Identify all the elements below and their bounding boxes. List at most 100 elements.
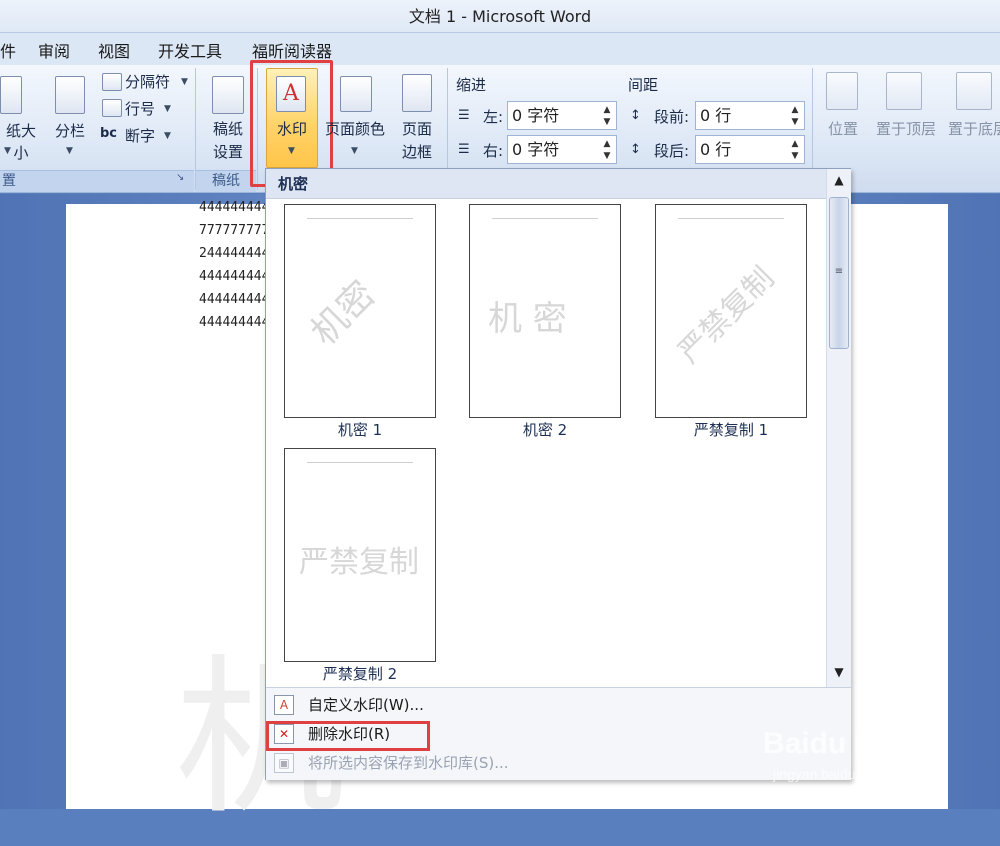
- gallery-header: 机密: [266, 169, 826, 199]
- line-numbers-icon: [102, 99, 122, 117]
- chevron-down-icon: ▼: [181, 77, 188, 87]
- manuscript-icon[interactable]: [212, 76, 244, 114]
- spinner-icon[interactable]: ▲ ▼: [601, 104, 613, 128]
- line-numbers-button[interactable]: 行号: [125, 98, 155, 119]
- spacing-before-input[interactable]: 0 行 ▲ ▼: [695, 101, 805, 130]
- page-setup-group-label: 置: [0, 170, 194, 192]
- hyphenation-button[interactable]: 断字: [125, 125, 155, 146]
- window-title: 文档 1 - Microsoft Word: [0, 0, 1000, 33]
- thumb-watermark-text: 机密: [303, 273, 384, 354]
- bring-to-front-icon[interactable]: [886, 72, 922, 110]
- chevron-down-icon: ▼: [164, 131, 171, 141]
- thumb-caption[interactable]: 严禁复制 1: [641, 419, 821, 440]
- tab-file[interactable]: 件: [0, 38, 16, 62]
- indent-right-input[interactable]: 0 字符 ▲ ▼: [507, 135, 617, 164]
- paper-size-icon[interactable]: [0, 76, 22, 114]
- page-color-button[interactable]: 页面颜色: [320, 118, 390, 140]
- scroll-down-icon[interactable]: ▼: [830, 665, 848, 683]
- indent-right-value: 0 字符: [512, 140, 560, 159]
- group-separator: [257, 68, 258, 190]
- document-line: 444444444: [199, 292, 270, 307]
- hyphenation-icon: bc: [100, 126, 118, 141]
- spacing-after-label: 段后:: [654, 142, 690, 160]
- position-button[interactable]: 位置: [820, 118, 866, 140]
- baidu-logo: Baidu 经验: [763, 727, 915, 760]
- scroll-thumb[interactable]: ≡: [829, 197, 849, 349]
- spacing-before-icon: ↕: [630, 108, 641, 123]
- paper-size-button[interactable]: 纸大小: [0, 120, 42, 164]
- thumb-caption[interactable]: 机密 1: [270, 419, 450, 440]
- send-to-back-button[interactable]: 置于底层: [940, 118, 1000, 140]
- watermark-label: 水印: [276, 120, 307, 138]
- indent-title: 缩进: [456, 76, 487, 94]
- watermark-thumb-confidential-1[interactable]: 机密: [284, 204, 436, 418]
- watermark-thumb-do-not-copy-2[interactable]: 严禁复制: [284, 448, 436, 662]
- indent-left-label: 左:: [483, 108, 504, 126]
- page-border-label-line2[interactable]: 边框: [394, 141, 440, 163]
- document-line: 444444444: [199, 200, 270, 215]
- breaks-button[interactable]: 分隔符: [125, 71, 170, 92]
- page-color-icon[interactable]: [340, 76, 372, 112]
- position-icon[interactable]: [826, 72, 858, 110]
- spacing-after-icon: ↕: [630, 142, 641, 157]
- columns-button[interactable]: 分栏: [50, 120, 90, 142]
- tab-view[interactable]: 视图: [98, 38, 130, 62]
- thumb-caption[interactable]: 严禁复制 2: [270, 663, 450, 684]
- spinner-icon[interactable]: ▲ ▼: [789, 104, 801, 128]
- thumb-header-line: [307, 218, 413, 219]
- thumb-watermark-text: 机 密: [488, 299, 567, 339]
- spacing-before-value: 0 行: [700, 106, 732, 125]
- indent-left-icon: ☰: [458, 108, 470, 123]
- spinner-icon[interactable]: ▲ ▼: [601, 138, 613, 162]
- spacing-before-label: 段前:: [654, 108, 690, 126]
- send-to-back-icon[interactable]: [956, 72, 992, 110]
- chevron-down-icon: ▼: [288, 146, 295, 156]
- manuscript-label-line1[interactable]: 稿纸: [205, 118, 251, 140]
- thumb-watermark-text: 严禁复制: [671, 260, 782, 371]
- remove-watermark-icon: ✕: [274, 724, 294, 744]
- columns-icon[interactable]: [55, 76, 85, 114]
- document-line: 444444444: [199, 315, 270, 330]
- spacing-after-value: 0 行: [700, 140, 732, 159]
- indent-right-label: 右:: [483, 142, 504, 160]
- thumb-header-line: [678, 218, 784, 219]
- tab-foxit-reader[interactable]: 福昕阅读器: [252, 38, 332, 62]
- thumb-caption[interactable]: 机密 2: [455, 419, 635, 440]
- chevron-down-icon: ▼: [66, 146, 73, 156]
- manuscript-label-line2[interactable]: 设置: [205, 141, 251, 163]
- chevron-down-icon: ▼: [351, 146, 358, 156]
- spinner-icon[interactable]: ▲ ▼: [789, 138, 801, 162]
- thumb-header-line: [307, 462, 413, 463]
- gallery-scrollbar[interactable]: ▲ ≡ ▼: [826, 169, 851, 689]
- grip-icon: ≡: [834, 266, 844, 277]
- page-border-label-line1[interactable]: 页面: [394, 118, 440, 140]
- indent-left-input[interactable]: 0 字符 ▲ ▼: [507, 101, 617, 130]
- thumb-header-line: [492, 218, 598, 219]
- document-line: 444444444: [199, 269, 270, 284]
- custom-watermark-item[interactable]: A 自定义水印(W)...: [266, 691, 851, 720]
- document-line: 777777777: [199, 223, 270, 238]
- watermark-thumb-confidential-2[interactable]: 机 密: [469, 204, 621, 418]
- scroll-up-icon[interactable]: ▲: [830, 173, 848, 191]
- remove-watermark-label: 删除水印(R): [308, 725, 391, 743]
- indent-right-icon: ☰: [458, 142, 470, 157]
- dialog-launcher-icon[interactable]: ↘: [176, 172, 184, 183]
- custom-watermark-icon: A: [274, 695, 294, 715]
- chevron-down-icon: ▼: [164, 104, 171, 114]
- spacing-title: 间距: [628, 76, 659, 94]
- bring-to-front-button[interactable]: 置于顶层: [868, 118, 944, 140]
- save-to-gallery-label: 将所选内容保存到水印库(S)...: [308, 754, 509, 772]
- tab-developer[interactable]: 开发工具: [158, 38, 222, 62]
- chevron-down-icon: ▼: [4, 146, 11, 156]
- watermark-icon: A: [276, 76, 306, 112]
- spacing-after-input[interactable]: 0 行 ▲ ▼: [695, 135, 805, 164]
- watermark-thumb-do-not-copy-1[interactable]: 严禁复制: [655, 204, 807, 418]
- document-line: 244444444: [199, 246, 270, 261]
- ribbon-tabs: 件 审阅 视图 开发工具 福昕阅读器: [0, 33, 1000, 65]
- watermark-gallery: 机密 机密 机密 1 机 密 机密 2 严禁复制 严禁复制 1 严禁复制 严禁复…: [265, 168, 851, 780]
- thumb-watermark-text: 严禁复制: [299, 545, 419, 580]
- custom-watermark-label: 自定义水印(W)...: [308, 696, 424, 714]
- tab-review[interactable]: 审阅: [38, 38, 70, 62]
- save-to-gallery-icon: ▣: [274, 753, 294, 773]
- page-border-icon[interactable]: [402, 74, 432, 112]
